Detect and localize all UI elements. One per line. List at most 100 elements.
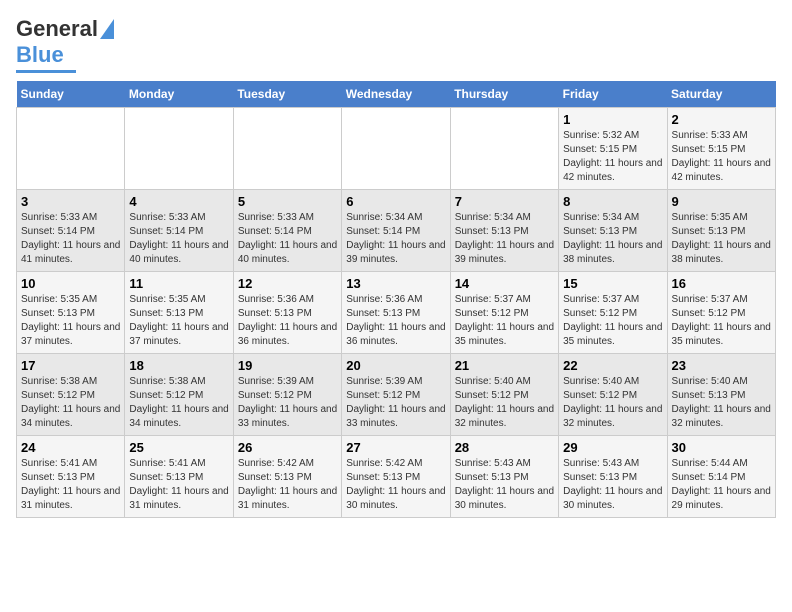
calendar-cell: 24 Sunrise: 5:41 AM Sunset: 5:13 PM Dayli… bbox=[17, 436, 125, 518]
day-number: 26 bbox=[238, 440, 337, 455]
day-number: 21 bbox=[455, 358, 554, 373]
day-info: Sunrise: 5:32 AM Sunset: 5:15 PM Dayligh… bbox=[563, 129, 662, 185]
day-info: Sunrise: 5:33 AM Sunset: 5:14 PM Dayligh… bbox=[21, 211, 120, 267]
calendar-cell: 18 Sunrise: 5:38 AM Sunset: 5:12 PM Dayli… bbox=[125, 354, 233, 436]
day-number: 3 bbox=[21, 194, 120, 209]
calendar-cell bbox=[233, 108, 341, 190]
calendar-week-2: 3 Sunrise: 5:33 AM Sunset: 5:14 PM Daylig… bbox=[17, 190, 776, 272]
day-number: 2 bbox=[672, 112, 771, 127]
day-number: 11 bbox=[129, 276, 228, 291]
day-number: 7 bbox=[455, 194, 554, 209]
weekday-header-wednesday: Wednesday bbox=[342, 81, 450, 108]
day-number: 8 bbox=[563, 194, 662, 209]
calendar-cell: 25Sunrise: 5:41 AM Sunset: 5:13 PM Dayli… bbox=[125, 436, 233, 518]
calendar-cell: 12 Sunrise: 5:36 AM Sunset: 5:13 PM Dayli… bbox=[233, 272, 341, 354]
day-number: 16 bbox=[672, 276, 771, 291]
day-info: Sunrise: 5:40 AM Sunset: 5:13 PM Dayligh… bbox=[672, 375, 771, 431]
calendar-cell: 22 Sunrise: 5:40 AM Sunset: 5:12 PM Dayli… bbox=[559, 354, 667, 436]
day-number: 22 bbox=[563, 358, 662, 373]
calendar-table: SundayMondayTuesdayWednesdayThursdayFrid… bbox=[16, 81, 776, 518]
day-info: Sunrise: 5:42 AM Sunset: 5:13 PM Dayligh… bbox=[238, 457, 337, 513]
day-number: 13 bbox=[346, 276, 445, 291]
day-number: 25 bbox=[129, 440, 228, 455]
day-number: 23 bbox=[672, 358, 771, 373]
day-info: Sunrise: 5:40 AM Sunset: 5:12 PM Dayligh… bbox=[563, 375, 662, 431]
weekday-header-saturday: Saturday bbox=[667, 81, 775, 108]
calendar-week-1: 1Sunrise: 5:32 AM Sunset: 5:15 PM Daylig… bbox=[17, 108, 776, 190]
calendar-cell: 28 Sunrise: 5:43 AM Sunset: 5:13 PM Dayli… bbox=[450, 436, 558, 518]
day-info: Sunrise: 5:36 AM Sunset: 5:13 PM Dayligh… bbox=[238, 293, 337, 349]
weekday-header-friday: Friday bbox=[559, 81, 667, 108]
weekday-header-monday: Monday bbox=[125, 81, 233, 108]
calendar-cell: 23 Sunrise: 5:40 AM Sunset: 5:13 PM Dayli… bbox=[667, 354, 775, 436]
day-info: Sunrise: 5:37 AM Sunset: 5:12 PM Dayligh… bbox=[455, 293, 554, 349]
day-info: Sunrise: 5:36 AM Sunset: 5:13 PM Dayligh… bbox=[346, 293, 445, 349]
calendar-cell: 1Sunrise: 5:32 AM Sunset: 5:15 PM Daylig… bbox=[559, 108, 667, 190]
page-header: General Blue bbox=[16, 16, 776, 73]
day-number: 24 bbox=[21, 440, 120, 455]
day-info: Sunrise: 5:41 AM Sunset: 5:13 PM Dayligh… bbox=[21, 457, 120, 513]
calendar-cell: 20 Sunrise: 5:39 AM Sunset: 5:12 PM Dayli… bbox=[342, 354, 450, 436]
calendar-cell: 30Sunrise: 5:44 AM Sunset: 5:14 PM Dayli… bbox=[667, 436, 775, 518]
day-info: Sunrise: 5:42 AM Sunset: 5:13 PM Dayligh… bbox=[346, 457, 445, 513]
day-number: 4 bbox=[129, 194, 228, 209]
calendar-cell: 29 Sunrise: 5:43 AM Sunset: 5:13 PM Dayli… bbox=[559, 436, 667, 518]
calendar-cell: 15 Sunrise: 5:37 AM Sunset: 5:12 PM Dayli… bbox=[559, 272, 667, 354]
day-number: 28 bbox=[455, 440, 554, 455]
logo: General Blue bbox=[16, 16, 114, 73]
calendar-cell: 6Sunrise: 5:34 AM Sunset: 5:14 PM Daylig… bbox=[342, 190, 450, 272]
calendar-week-5: 24 Sunrise: 5:41 AM Sunset: 5:13 PM Dayli… bbox=[17, 436, 776, 518]
calendar-cell: 2Sunrise: 5:33 AM Sunset: 5:15 PM Daylig… bbox=[667, 108, 775, 190]
day-info: Sunrise: 5:38 AM Sunset: 5:12 PM Dayligh… bbox=[21, 375, 120, 431]
day-info: Sunrise: 5:38 AM Sunset: 5:12 PM Dayligh… bbox=[129, 375, 228, 431]
calendar-cell: 8Sunrise: 5:34 AM Sunset: 5:13 PM Daylig… bbox=[559, 190, 667, 272]
day-info: Sunrise: 5:43 AM Sunset: 5:13 PM Dayligh… bbox=[455, 457, 554, 513]
day-info: Sunrise: 5:39 AM Sunset: 5:12 PM Dayligh… bbox=[238, 375, 337, 431]
day-number: 17 bbox=[21, 358, 120, 373]
calendar-cell: 10 Sunrise: 5:35 AM Sunset: 5:13 PM Dayli… bbox=[17, 272, 125, 354]
day-number: 9 bbox=[672, 194, 771, 209]
weekday-header-sunday: Sunday bbox=[17, 81, 125, 108]
calendar-week-4: 17 Sunrise: 5:38 AM Sunset: 5:12 PM Dayli… bbox=[17, 354, 776, 436]
day-number: 15 bbox=[563, 276, 662, 291]
day-number: 20 bbox=[346, 358, 445, 373]
day-info: Sunrise: 5:37 AM Sunset: 5:12 PM Dayligh… bbox=[672, 293, 771, 349]
day-info: Sunrise: 5:37 AM Sunset: 5:12 PM Dayligh… bbox=[563, 293, 662, 349]
day-info: Sunrise: 5:43 AM Sunset: 5:13 PM Dayligh… bbox=[563, 457, 662, 513]
day-number: 14 bbox=[455, 276, 554, 291]
logo-triangle-icon bbox=[100, 19, 114, 39]
day-number: 5 bbox=[238, 194, 337, 209]
day-number: 10 bbox=[21, 276, 120, 291]
calendar-cell: 4 Sunrise: 5:33 AM Sunset: 5:14 PM Daylig… bbox=[125, 190, 233, 272]
day-number: 19 bbox=[238, 358, 337, 373]
day-info: Sunrise: 5:33 AM Sunset: 5:14 PM Dayligh… bbox=[129, 211, 228, 267]
calendar-cell: 11Sunrise: 5:35 AM Sunset: 5:13 PM Dayli… bbox=[125, 272, 233, 354]
day-info: Sunrise: 5:35 AM Sunset: 5:13 PM Dayligh… bbox=[21, 293, 120, 349]
day-info: Sunrise: 5:44 AM Sunset: 5:14 PM Dayligh… bbox=[672, 457, 771, 513]
calendar-cell: 27 Sunrise: 5:42 AM Sunset: 5:13 PM Dayli… bbox=[342, 436, 450, 518]
calendar-cell: 14 Sunrise: 5:37 AM Sunset: 5:12 PM Dayli… bbox=[450, 272, 558, 354]
calendar-cell bbox=[342, 108, 450, 190]
calendar-cell: 9 Sunrise: 5:35 AM Sunset: 5:13 PM Daylig… bbox=[667, 190, 775, 272]
calendar-cell: 26 Sunrise: 5:42 AM Sunset: 5:13 PM Dayli… bbox=[233, 436, 341, 518]
calendar-week-3: 10 Sunrise: 5:35 AM Sunset: 5:13 PM Dayli… bbox=[17, 272, 776, 354]
calendar-cell: 21 Sunrise: 5:40 AM Sunset: 5:12 PM Dayli… bbox=[450, 354, 558, 436]
day-info: Sunrise: 5:39 AM Sunset: 5:12 PM Dayligh… bbox=[346, 375, 445, 431]
weekday-header-thursday: Thursday bbox=[450, 81, 558, 108]
day-info: Sunrise: 5:34 AM Sunset: 5:14 PM Dayligh… bbox=[346, 211, 445, 267]
calendar-cell bbox=[17, 108, 125, 190]
day-info: Sunrise: 5:40 AM Sunset: 5:12 PM Dayligh… bbox=[455, 375, 554, 431]
calendar-cell: 17 Sunrise: 5:38 AM Sunset: 5:12 PM Dayli… bbox=[17, 354, 125, 436]
day-number: 27 bbox=[346, 440, 445, 455]
day-number: 29 bbox=[563, 440, 662, 455]
day-info: Sunrise: 5:35 AM Sunset: 5:13 PM Dayligh… bbox=[672, 211, 771, 267]
header-row: SundayMondayTuesdayWednesdayThursdayFrid… bbox=[17, 81, 776, 108]
calendar-cell: 13 Sunrise: 5:36 AM Sunset: 5:13 PM Dayli… bbox=[342, 272, 450, 354]
day-number: 18 bbox=[129, 358, 228, 373]
calendar-cell: 5Sunrise: 5:33 AM Sunset: 5:14 PM Daylig… bbox=[233, 190, 341, 272]
calendar-cell: 7 Sunrise: 5:34 AM Sunset: 5:13 PM Daylig… bbox=[450, 190, 558, 272]
day-info: Sunrise: 5:34 AM Sunset: 5:13 PM Dayligh… bbox=[455, 211, 554, 267]
calendar-cell: 16 Sunrise: 5:37 AM Sunset: 5:12 PM Dayli… bbox=[667, 272, 775, 354]
day-number: 12 bbox=[238, 276, 337, 291]
calendar-cell bbox=[450, 108, 558, 190]
